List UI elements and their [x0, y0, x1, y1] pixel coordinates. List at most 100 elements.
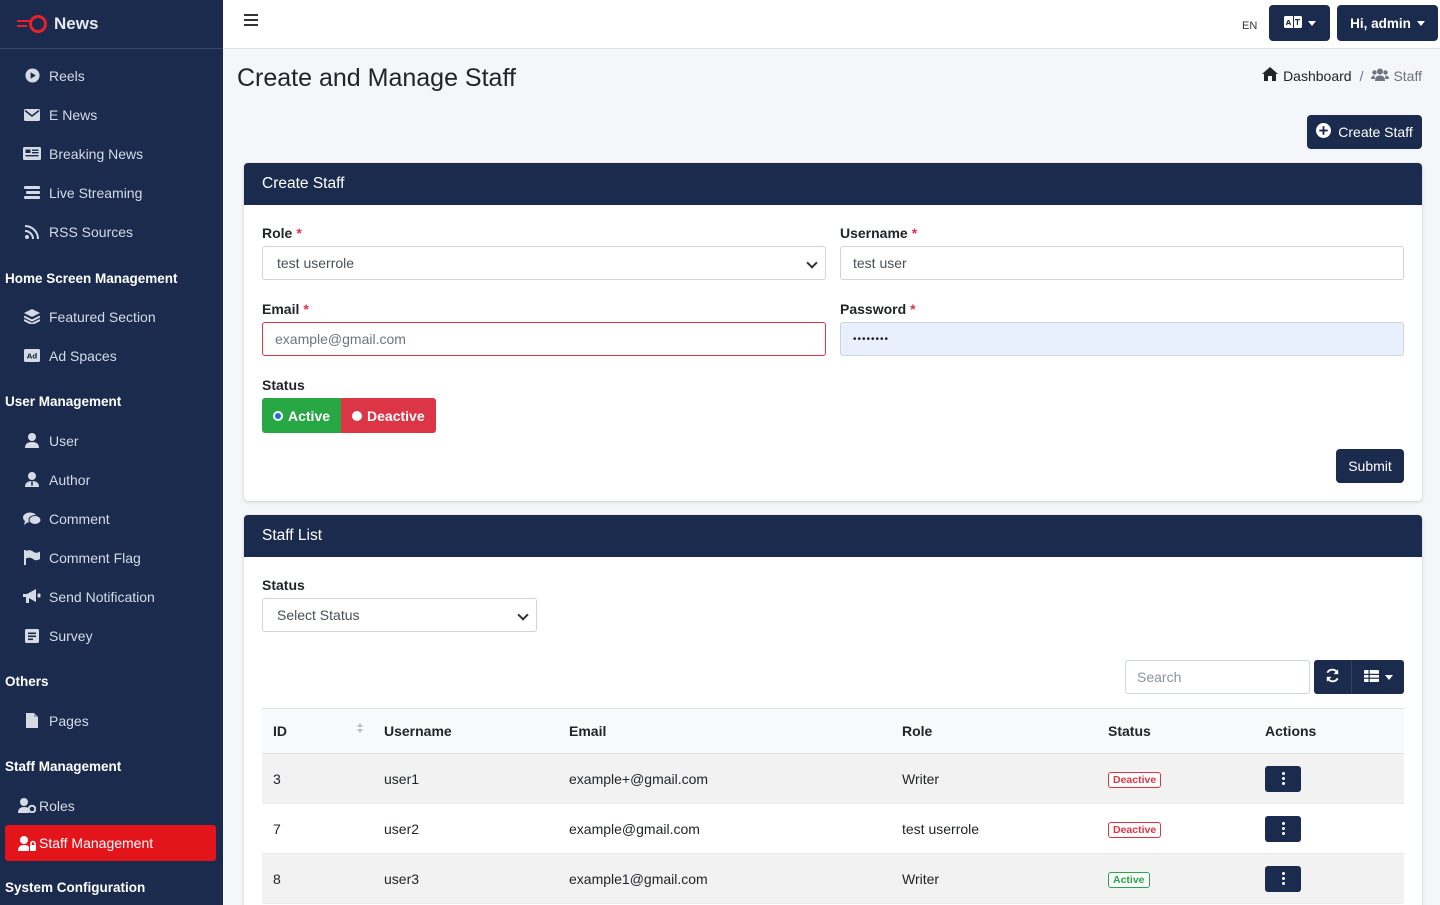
sidebar-item-pages[interactable]: Pages: [0, 701, 223, 740]
svg-text:Ad: Ad: [27, 353, 37, 361]
author-icon: [23, 472, 41, 488]
cell-id: 8: [262, 853, 373, 904]
username-value: test user: [853, 255, 907, 271]
column-actions: Actions: [1254, 708, 1404, 754]
role-label: Role *: [262, 225, 302, 241]
cell-actions: [1254, 853, 1404, 904]
sidebar-item-label: Pages: [49, 712, 89, 729]
submit-button[interactable]: Submit: [1336, 449, 1404, 483]
status-label: Status: [262, 377, 305, 393]
username-label: Username *: [840, 225, 918, 241]
chevron-down-icon: [1384, 674, 1393, 680]
language-dropdown-button[interactable]: A: [1269, 5, 1330, 41]
sidebar-item-label: Featured Section: [49, 308, 156, 325]
page-title: Create and Manage Staff: [237, 64, 516, 92]
breadcrumb-separator: /: [1359, 67, 1364, 84]
topbar: EN A Hi, admin: [223, 0, 1440, 49]
sidebar-item-label: Roles: [39, 797, 75, 814]
hamburger-menu-icon[interactable]: [244, 14, 258, 28]
sidebar: News Reels E News Breaking News Live Str…: [0, 0, 223, 905]
email-input[interactable]: example@gmail.com: [262, 322, 826, 356]
brand-name: News: [54, 14, 99, 33]
sidebar-item-comment[interactable]: Comment: [0, 499, 223, 538]
cell-email: example@gmail.com: [558, 803, 891, 854]
cell-role: Writer: [891, 753, 1097, 804]
sidebar-item-roles[interactable]: Roles: [0, 786, 223, 825]
stream-icon: [23, 185, 41, 201]
rss-icon: [23, 224, 41, 240]
create-staff-button[interactable]: Create Staff: [1307, 115, 1422, 149]
kebab-menu-icon: [1281, 871, 1285, 886]
sidebar-item-featured-section[interactable]: Featured Section: [0, 297, 223, 336]
sidebar-item-reels[interactable]: Reels: [0, 56, 223, 95]
status-active-option[interactable]: Active: [262, 398, 342, 433]
row-actions-button[interactable]: [1265, 765, 1301, 792]
table-row: 3 user1 example+@gmail.com Writer Deacti…: [262, 753, 1404, 804]
sidebar-item-label: User: [49, 432, 79, 449]
email-label: Email *: [262, 301, 309, 317]
search-input[interactable]: Search: [1125, 660, 1310, 694]
sidebar-item-staff-management[interactable]: Staff Management: [5, 825, 216, 861]
sidebar-item-author[interactable]: Author: [0, 460, 223, 499]
sidebar-item-live-streaming[interactable]: Live Streaming: [0, 173, 223, 212]
cell-username: user3: [373, 853, 558, 904]
columns-dropdown-button[interactable]: [1352, 660, 1404, 694]
sidebar-item-label: Staff Management: [39, 835, 154, 851]
column-username: Username: [373, 708, 558, 754]
ad-icon: Ad: [23, 348, 41, 364]
user-icon: [23, 433, 41, 449]
status-badge: Active: [1108, 871, 1150, 888]
chevron-down-icon: [806, 257, 818, 269]
refresh-button[interactable]: [1314, 660, 1352, 694]
chevron-down-icon: [517, 609, 529, 621]
survey-icon: [23, 628, 41, 644]
username-input[interactable]: test user: [840, 246, 1404, 280]
sidebar-item-label: E News: [49, 106, 98, 123]
users-icon: [1371, 68, 1390, 84]
row-actions-button[interactable]: [1265, 865, 1301, 892]
flag-icon: [23, 550, 41, 566]
cell-actions: [1254, 753, 1404, 804]
sidebar-item-user[interactable]: User: [0, 421, 223, 460]
language-icon: A: [1283, 15, 1302, 31]
staff-list-card: Staff List Status Select Status Search I…: [244, 515, 1422, 905]
status-filter-select[interactable]: Select Status: [262, 598, 537, 632]
card-header: Create Staff: [244, 163, 1422, 205]
search-placeholder: Search: [1137, 669, 1182, 685]
envelope-icon: [23, 107, 41, 123]
password-input[interactable]: ••••••••: [840, 322, 1404, 356]
email-placeholder: example@gmail.com: [275, 331, 406, 347]
row-actions-button[interactable]: [1265, 815, 1301, 842]
layers-icon: [23, 309, 41, 325]
status-deactive-option[interactable]: Deactive: [341, 398, 436, 433]
status-active-label: Active: [288, 407, 331, 424]
status-filter-label: Status: [262, 577, 305, 593]
section-home-screen: Home Screen Management: [5, 270, 178, 286]
sidebar-item-label: Breaking News: [49, 145, 144, 162]
cell-id: 3: [262, 753, 373, 804]
sidebar-item-breaking-news[interactable]: Breaking News: [0, 134, 223, 173]
sidebar-item-send-notification[interactable]: Send Notification: [0, 577, 223, 616]
section-user-management: User Management: [5, 393, 122, 409]
status-badge: Deactive: [1108, 771, 1162, 788]
status-filter-value: Select Status: [277, 607, 360, 623]
sidebar-item-label: Live Streaming: [49, 184, 143, 201]
status-badge: Deactive: [1108, 821, 1162, 838]
sidebar-item-survey[interactable]: Survey: [0, 616, 223, 655]
password-label: Password *: [840, 301, 916, 317]
sidebar-item-rss-sources[interactable]: RSS Sources: [0, 212, 223, 251]
columns-icon: [1363, 669, 1379, 685]
sidebar-item-e-news[interactable]: E News: [0, 95, 223, 134]
column-id[interactable]: ID: [262, 708, 373, 754]
sidebar-item-ad-spaces[interactable]: Ad Ad Spaces: [0, 336, 223, 375]
sidebar-item-comment-flag[interactable]: Comment Flag: [0, 538, 223, 577]
role-select[interactable]: test userrole: [262, 246, 826, 280]
table-toolbar: [1314, 660, 1404, 694]
sidebar-item-label: Author: [49, 471, 91, 488]
breadcrumb-dashboard-link[interactable]: Dashboard: [1283, 68, 1352, 84]
breadcrumb: Dashboard / Staff: [1262, 67, 1422, 84]
user-menu-button[interactable]: Hi, admin: [1337, 5, 1438, 41]
cell-status: Active: [1097, 853, 1254, 904]
brand[interactable]: News: [0, 0, 223, 49]
create-staff-label: Create Staff: [1338, 124, 1413, 140]
